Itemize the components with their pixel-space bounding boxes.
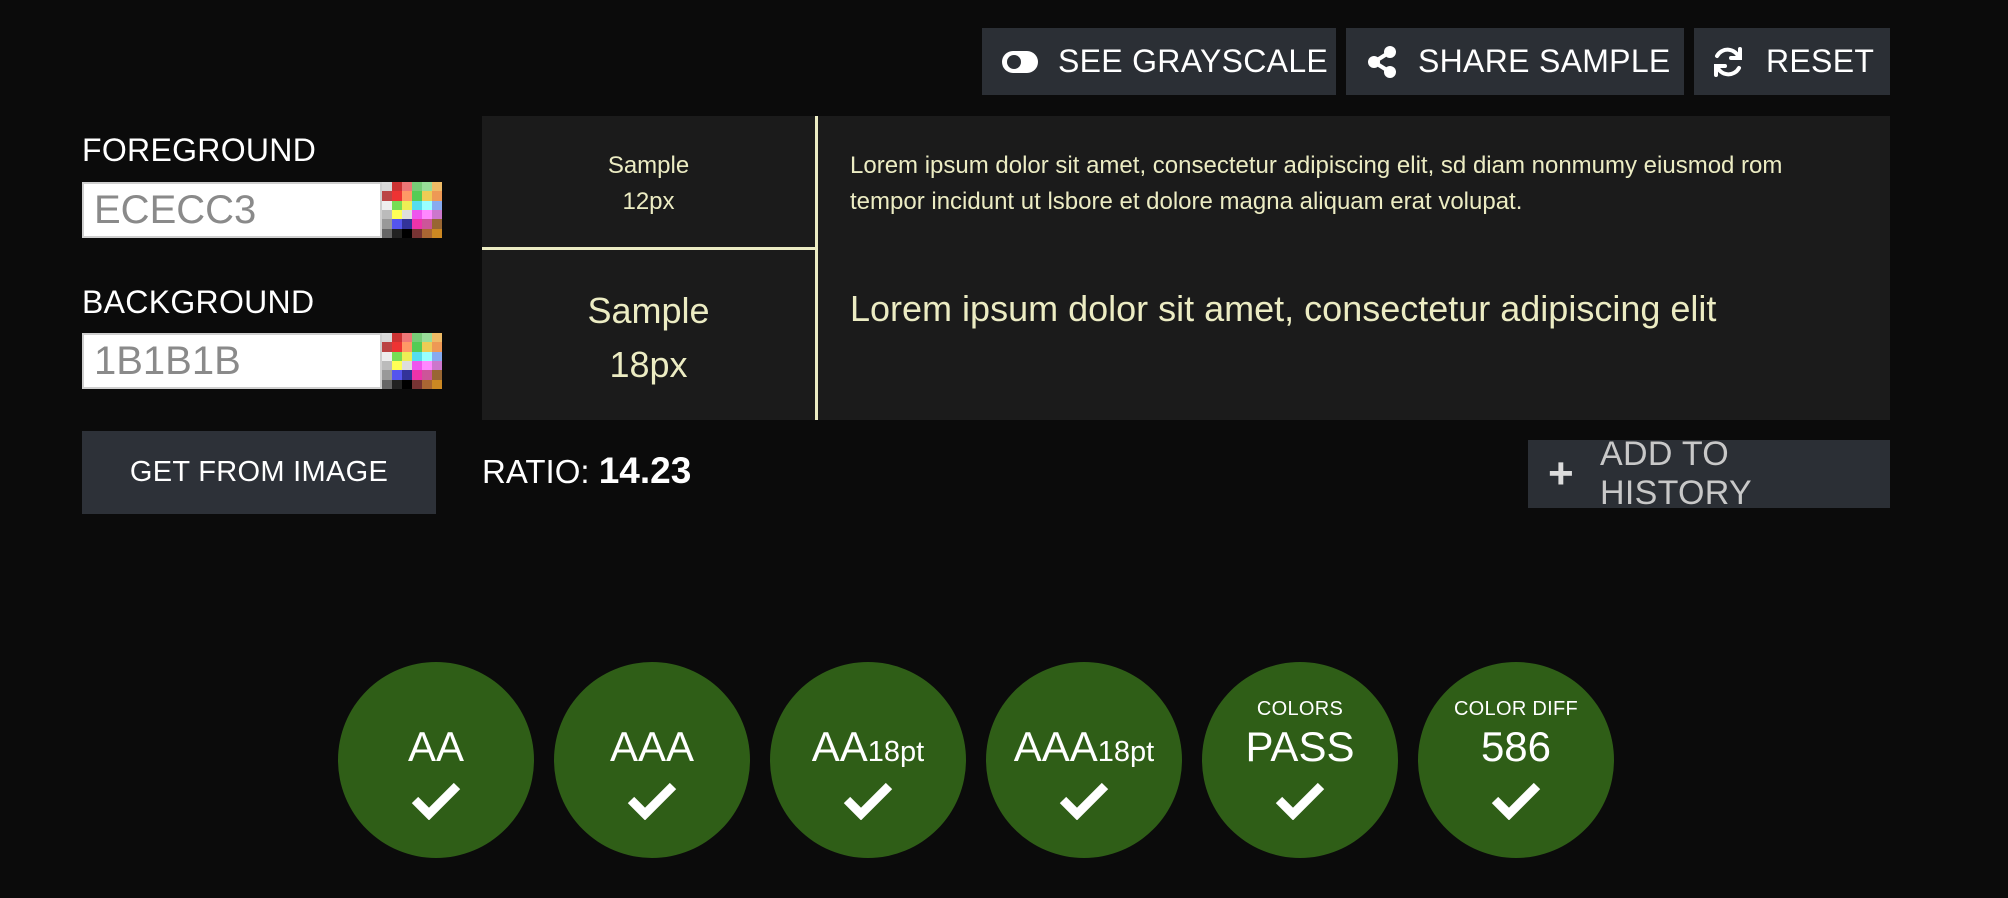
toggle-icon [1000, 42, 1040, 82]
result-aaa-label: AAA [609, 723, 695, 770]
sample-18px-text: Lorem ipsum dolor sit amet, consectetur … [850, 288, 1717, 329]
result-aa-18pt-main: AA [811, 723, 868, 770]
result-aa-18pt-sub: 18pt [867, 736, 925, 768]
sample-12px-label: Sample 12px [482, 148, 815, 220]
check-icon [627, 782, 677, 820]
result-color-diff-caption: COLOR DIFF [1453, 698, 1579, 720]
result-aaa-18pt-sub: 18pt [1097, 736, 1155, 768]
result-aa: AA [338, 662, 534, 858]
result-aaa: AAA [554, 662, 750, 858]
sample-12px-text: Lorem ipsum dolor sit amet, consectetur … [850, 152, 1783, 215]
check-icon [1491, 782, 1541, 820]
ratio-label: RATIO: [482, 453, 590, 490]
result-aaa-18pt-label: AAA18pt [986, 726, 1182, 768]
share-sample-button[interactable]: SHARE SAMPLE [1346, 28, 1684, 95]
add-to-history-button[interactable]: + ADD TO HISTORY [1528, 435, 1890, 512]
sample-18px-label-line2: 18px [609, 344, 688, 385]
share-sample-label: SHARE SAMPLE [1418, 43, 1671, 79]
sample-12px-label-line2: 12px [622, 188, 675, 215]
sample-12px-label-line1: Sample [607, 152, 690, 179]
result-color-diff-value: 586 [1480, 723, 1552, 770]
reset-button[interactable]: RESET [1694, 28, 1890, 95]
sample-18px-label: Sample 18px [482, 284, 815, 392]
result-colors: COLORS PASS [1202, 662, 1398, 858]
sample-18px-label-line1: Sample [587, 290, 710, 331]
result-aaa-18pt: AAA18pt [986, 662, 1182, 858]
result-colors-label: PASS [1245, 723, 1355, 770]
reset-label: RESET [1766, 43, 1875, 79]
result-aaa-18pt-main: AAA [1013, 723, 1098, 770]
result-color-diff: COLOR DIFF 586 [1418, 662, 1614, 858]
check-icon [411, 782, 461, 820]
refresh-icon [1708, 42, 1748, 82]
result-aa-18pt: AA18pt [770, 662, 966, 858]
get-from-image-button[interactable]: GET FROM IMAGE [82, 431, 436, 514]
ratio-value: 14.23 [598, 450, 692, 491]
see-grayscale-button[interactable]: SEE GRAYSCALE [982, 28, 1336, 95]
foreground-palette-icon[interactable] [382, 182, 442, 238]
check-icon [1059, 782, 1109, 820]
background-label: BACKGROUND [82, 284, 315, 320]
result-colors-caption: COLORS [1256, 698, 1344, 720]
see-grayscale-label: SEE GRAYSCALE [1058, 43, 1329, 79]
sample-divider-horizontal [482, 247, 815, 250]
foreground-input[interactable] [82, 182, 382, 238]
check-icon [1275, 782, 1325, 820]
share-icon [1362, 42, 1402, 82]
result-aa-label: AA [407, 723, 465, 770]
sample-divider-vertical [815, 116, 818, 420]
result-aa-18pt-label: AA18pt [770, 726, 966, 768]
check-icon [843, 782, 893, 820]
add-to-history-label: ADD TO HISTORY [1600, 435, 1752, 512]
background-input[interactable] [82, 333, 382, 389]
contrast-ratio: RATIO: 14.23 [482, 450, 691, 492]
plus-icon: + [1548, 449, 1574, 498]
foreground-label: FOREGROUND [82, 132, 317, 168]
background-palette-icon[interactable] [382, 333, 442, 389]
